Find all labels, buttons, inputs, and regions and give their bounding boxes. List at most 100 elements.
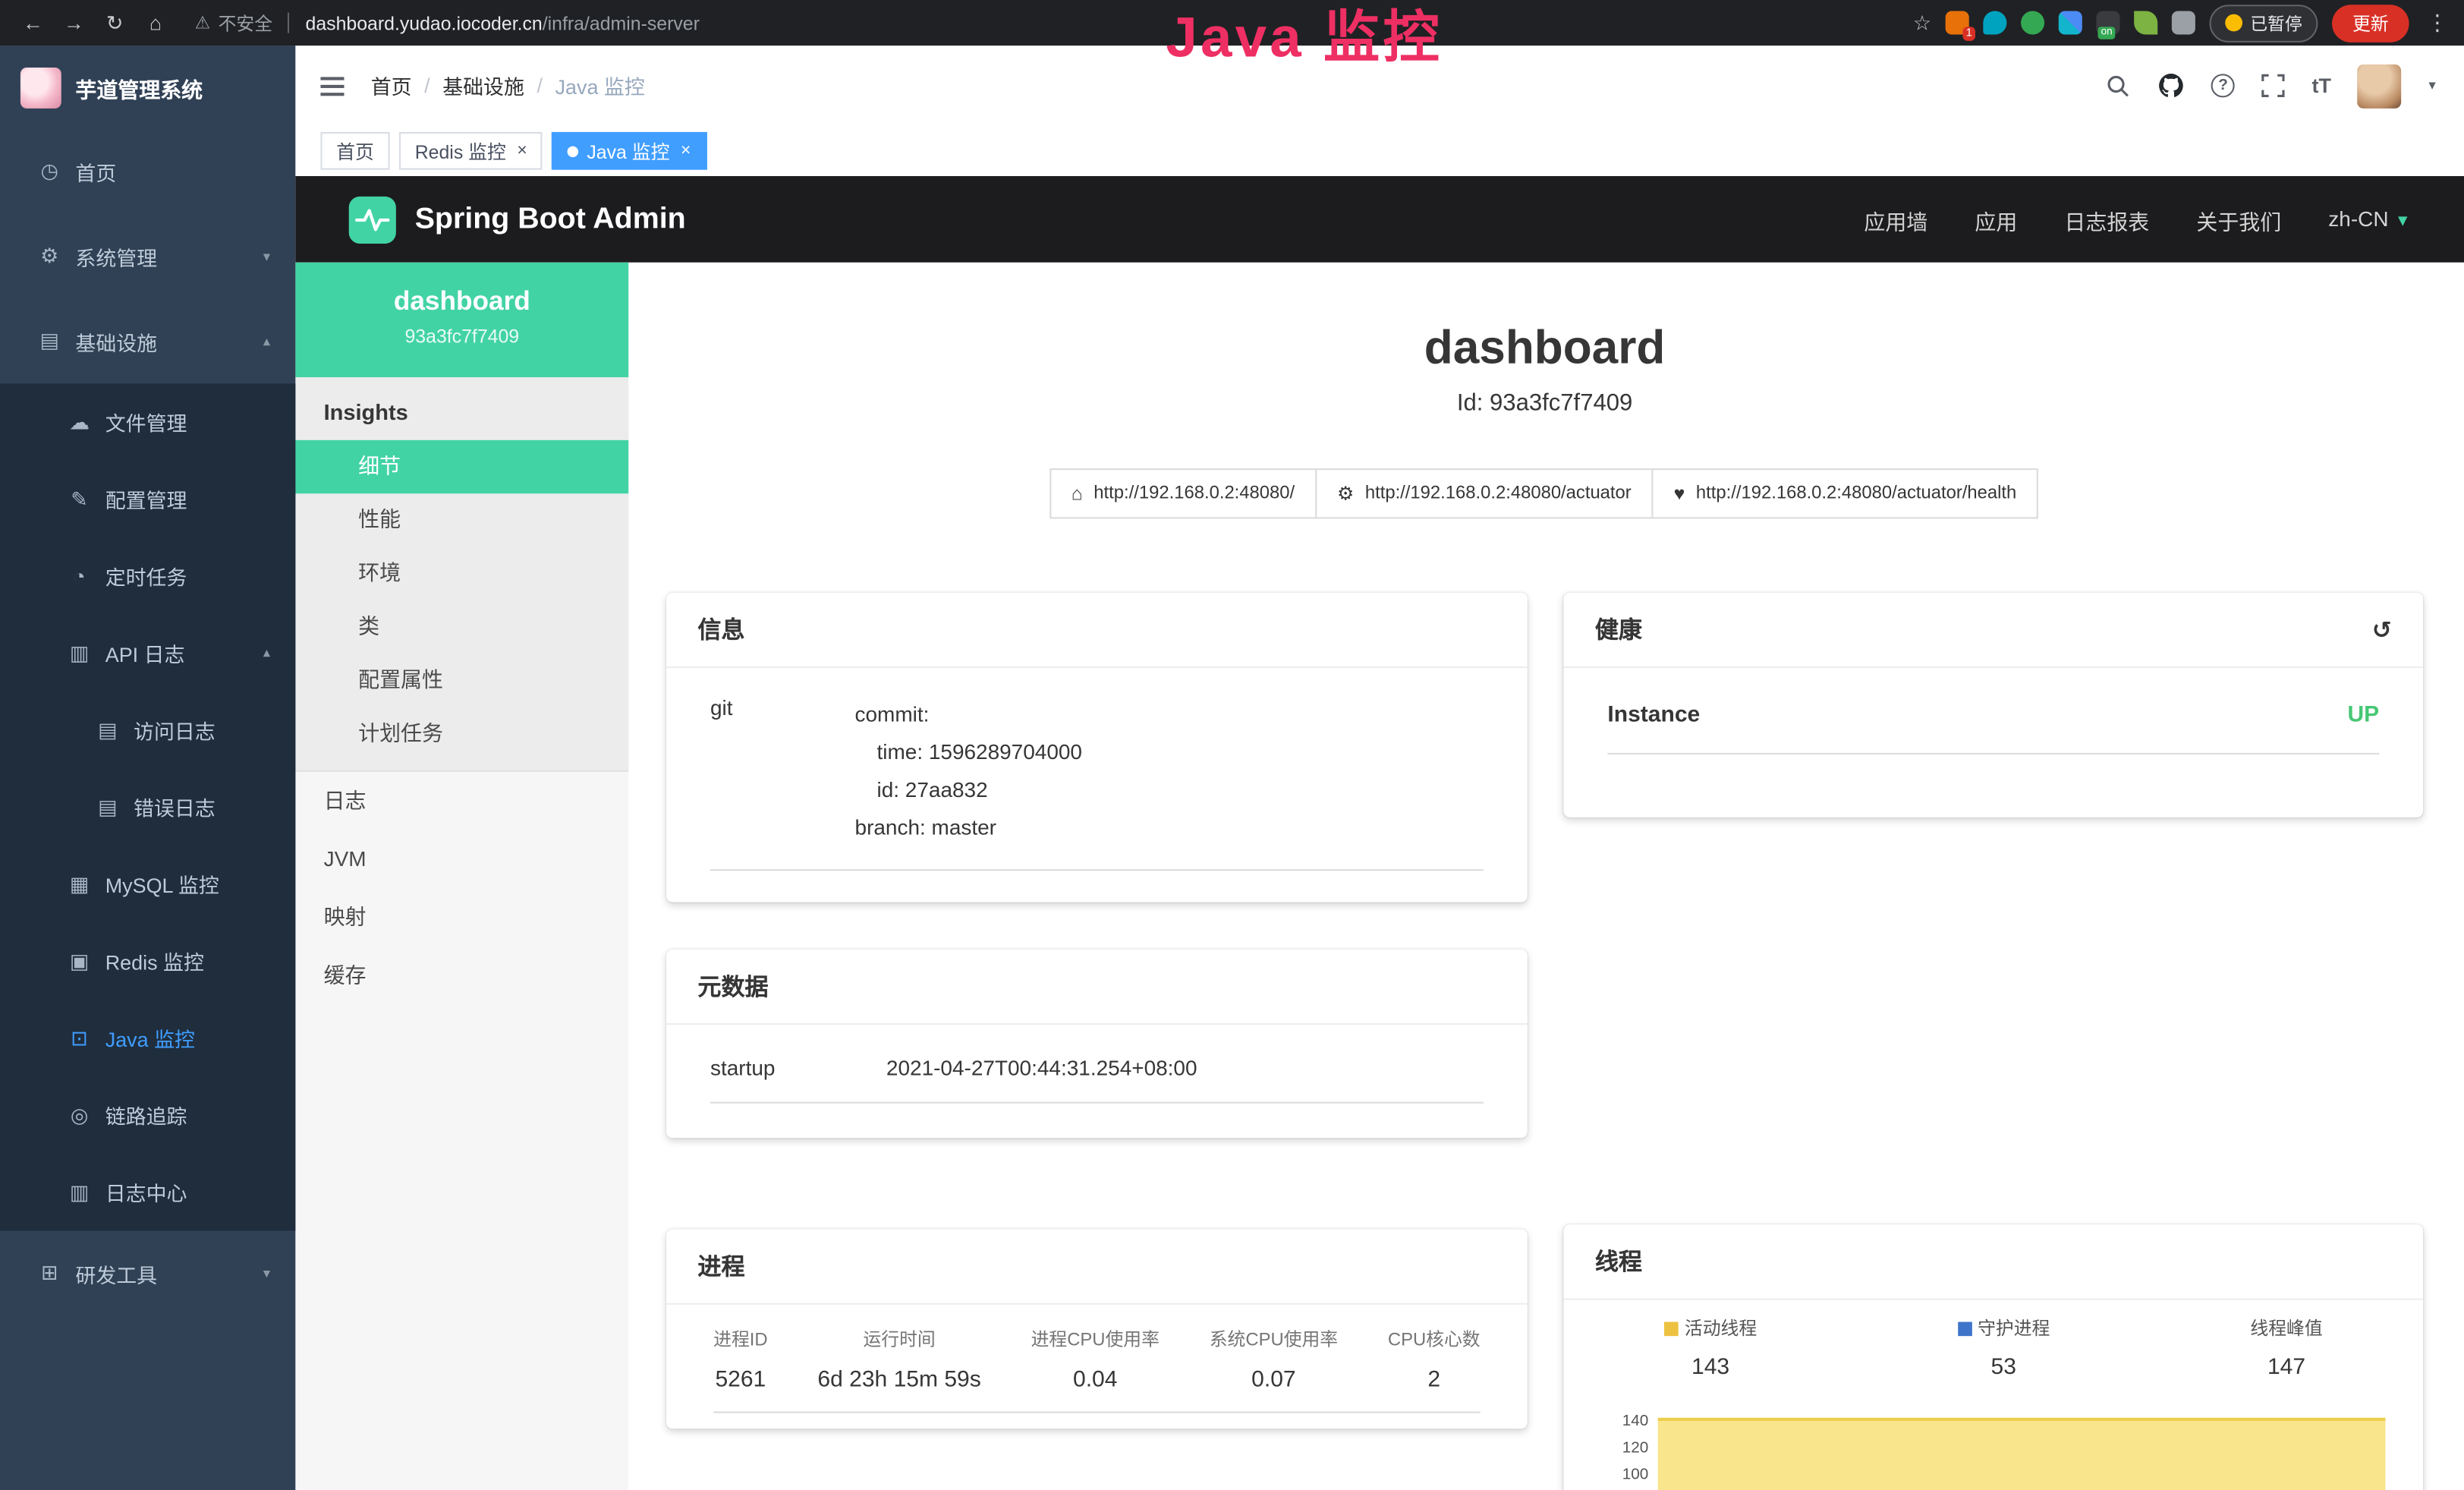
health-heart-icon: ♥ xyxy=(1674,483,1685,505)
health-url-button[interactable]: ♥ http://192.168.0.2:48080/actuator/heal… xyxy=(1652,468,2039,518)
process-table: 进程ID 5261 运行时间 6d 23h 15m 59s 进程CPU使用率 xyxy=(713,1327,1481,1413)
browser-actions: ☆ 1 on 已暂停 更新 ⋮ xyxy=(1913,4,2452,42)
sidebar-item-redis-monitor[interactable]: ▣ Redis 监控 xyxy=(0,923,295,1000)
header-actions: ? tT ▾ xyxy=(2106,64,2435,108)
info-card-body: git commit: time: 1596289704000 id: 27aa… xyxy=(666,668,1528,903)
back-icon[interactable]: ← xyxy=(13,11,54,34)
sba-item-mappings[interactable]: 映射 xyxy=(295,888,628,947)
chrome-update-button[interactable]: 更新 xyxy=(2332,4,2409,42)
sidebar-item-config-mgmt[interactable]: ✎ 配置管理 xyxy=(0,461,295,537)
card-title: 进程 xyxy=(666,1229,1528,1304)
sidebar-item-infrastructure[interactable]: ▤ 基础设施 ▴ xyxy=(0,298,295,383)
tab-home[interactable]: 首页 xyxy=(320,132,389,170)
reload-icon[interactable]: ↻ xyxy=(94,10,135,35)
page-instance-id: Id: 93a3fc7f7409 xyxy=(666,390,2423,417)
security-chip[interactable]: ⚠ 不安全 xyxy=(195,10,272,35)
legend-value: 147 xyxy=(2250,1355,2322,1380)
extension-leaf-icon[interactable] xyxy=(2134,11,2157,34)
tab-java-monitor[interactable]: Java 监控 × xyxy=(552,132,706,170)
fullscreen-icon[interactable] xyxy=(2261,74,2285,97)
layers-icon: ▣ xyxy=(63,949,96,974)
locale-label: zh-CN xyxy=(2328,207,2388,231)
tab-redis-monitor[interactable]: Redis 监控 × xyxy=(399,132,543,170)
extension-fox-icon[interactable]: 1 xyxy=(1946,11,1969,34)
sidebar-item-system-mgmt[interactable]: ⚙ 系统管理 ▾ xyxy=(0,214,295,299)
extension-drop-icon[interactable] xyxy=(1983,11,2006,34)
extension-grid-icon[interactable] xyxy=(2059,11,2082,34)
sidebar-item-home[interactable]: ◷ 首页 xyxy=(0,129,295,214)
avatar-caret-icon[interactable]: ▾ xyxy=(2428,77,2435,94)
paused-badge[interactable]: 已暂停 xyxy=(2210,4,2318,42)
menu-label: API 日志 xyxy=(105,638,185,668)
threads-card: 线程 活动线程 143 xyxy=(1563,1224,2423,1490)
bookmark-star-icon[interactable]: ☆ xyxy=(1913,10,1931,35)
close-icon[interactable]: × xyxy=(681,141,691,160)
menu-label: Java 监控 xyxy=(105,1023,195,1053)
sba-item-config-props[interactable]: 配置属性 xyxy=(295,654,628,707)
legend-swatch-yellow xyxy=(1664,1321,1679,1336)
sba-item-environment[interactable]: 环境 xyxy=(295,547,628,600)
chevron-down-icon: ▾ xyxy=(263,247,270,265)
close-icon[interactable]: × xyxy=(517,141,527,160)
font-size-icon[interactable]: tT xyxy=(2312,74,2331,97)
table-row: Instance UP xyxy=(1607,703,2379,754)
menu-label: 链路追踪 xyxy=(105,1101,187,1130)
screen: ← → ↻ ⌂ ⚠ 不安全 dashboard.yudao.iocoder.cn… xyxy=(0,0,2464,1490)
search-icon[interactable] xyxy=(2106,73,2131,98)
document-icon: ▤ xyxy=(91,717,124,742)
sidebar-item-access-logs[interactable]: ▤ 访问日志 xyxy=(0,691,295,768)
sba-item-details[interactable]: 细节 xyxy=(295,440,628,493)
extensions-puzzle-icon[interactable] xyxy=(2172,11,2195,34)
table-row: git commit: time: 1596289704000 id: 27aa… xyxy=(710,696,1484,871)
browser-menu-icon[interactable]: ⋮ xyxy=(2423,9,2451,36)
sba-item-classes[interactable]: 类 xyxy=(295,600,628,654)
sidebar-item-log-center[interactable]: ▥ 日志中心 xyxy=(0,1154,295,1230)
menu-label: 基础设施 xyxy=(75,326,157,356)
forward-icon[interactable]: → xyxy=(53,11,94,34)
sba-item-jvm[interactable]: JVM xyxy=(295,830,628,888)
security-label: 不安全 xyxy=(219,10,272,35)
sidebar-item-java-monitor[interactable]: ⊡ Java 监控 xyxy=(0,1000,295,1076)
user-avatar[interactable] xyxy=(2358,64,2402,108)
sidebar-item-error-logs[interactable]: ▤ 错误日志 xyxy=(0,769,295,846)
history-icon[interactable]: ↺ xyxy=(2372,616,2392,644)
row-label: git xyxy=(710,696,855,847)
cell-value: 5261 xyxy=(713,1368,767,1393)
tab-label: Redis 监控 xyxy=(415,137,506,164)
breadcrumb-current: Java 监控 xyxy=(555,71,645,100)
sba-item-scheduled-tasks[interactable]: 计划任务 xyxy=(295,707,628,761)
extension-green-circle-icon[interactable] xyxy=(2021,11,2044,34)
collapse-sidebar-icon[interactable] xyxy=(320,76,344,95)
sba-item-logs[interactable]: 日志 xyxy=(295,772,628,830)
breadcrumb-home[interactable]: 首页 xyxy=(371,71,412,100)
menu-label: Redis 监控 xyxy=(105,947,204,976)
sidebar-item-tracing[interactable]: ◎ 链路追踪 xyxy=(0,1076,295,1153)
sidebar-item-file-mgmt[interactable]: ☁ 文件管理 xyxy=(0,383,295,460)
sba-nav-wallboard[interactable]: 应用墙 xyxy=(1864,203,1927,235)
sba-nav-journal[interactable]: 日志报表 xyxy=(2064,203,2149,235)
help-icon[interactable]: ? xyxy=(2211,74,2235,97)
service-url-button[interactable]: ⌂ http://192.168.0.2:48080/ xyxy=(1049,468,1317,518)
extension-on-badge: on xyxy=(2098,26,2116,39)
home-icon[interactable]: ⌂ xyxy=(135,11,176,34)
sba-item-caches[interactable]: 缓存 xyxy=(295,947,628,1005)
sidebar-item-mysql-monitor[interactable]: ▦ MySQL 监控 xyxy=(0,846,295,922)
legend-label: 线程峰值 xyxy=(2250,1315,2322,1340)
sidebar-item-api-logs[interactable]: ▥ API 日志 ▴ xyxy=(0,615,295,691)
chevron-up-icon: ▴ xyxy=(263,644,270,662)
sidebar-item-scheduled-jobs[interactable]: ◔ 定时任务 xyxy=(0,537,295,614)
breadcrumb-infrastructure[interactable]: 基础设施 xyxy=(442,71,524,100)
sba-nav-about[interactable]: 关于我们 xyxy=(2196,203,2281,235)
sidebar-item-dev-tools[interactable]: ⊞ 研发工具 ▾ xyxy=(0,1230,295,1315)
chart-plot-area xyxy=(1658,1408,2392,1490)
actuator-url-button[interactable]: ⚙ http://192.168.0.2:48080/actuator xyxy=(1315,468,1654,518)
sba-item-metrics[interactable]: 性能 xyxy=(295,493,628,547)
app-logo xyxy=(20,67,61,108)
github-icon[interactable] xyxy=(2158,72,2185,99)
sba-locale-select[interactable]: zh-CN ▾ xyxy=(2328,207,2407,231)
sba-nav-applications[interactable]: 应用 xyxy=(1975,203,2017,235)
process-col-pid: 进程ID 5261 xyxy=(713,1327,767,1393)
extension-switch-icon[interactable]: on xyxy=(2096,11,2119,34)
address-bar[interactable]: dashboard.yudao.iocoder.cn/infra/admin-s… xyxy=(306,12,700,34)
sba-brand[interactable]: Spring Boot Admin xyxy=(415,202,686,237)
